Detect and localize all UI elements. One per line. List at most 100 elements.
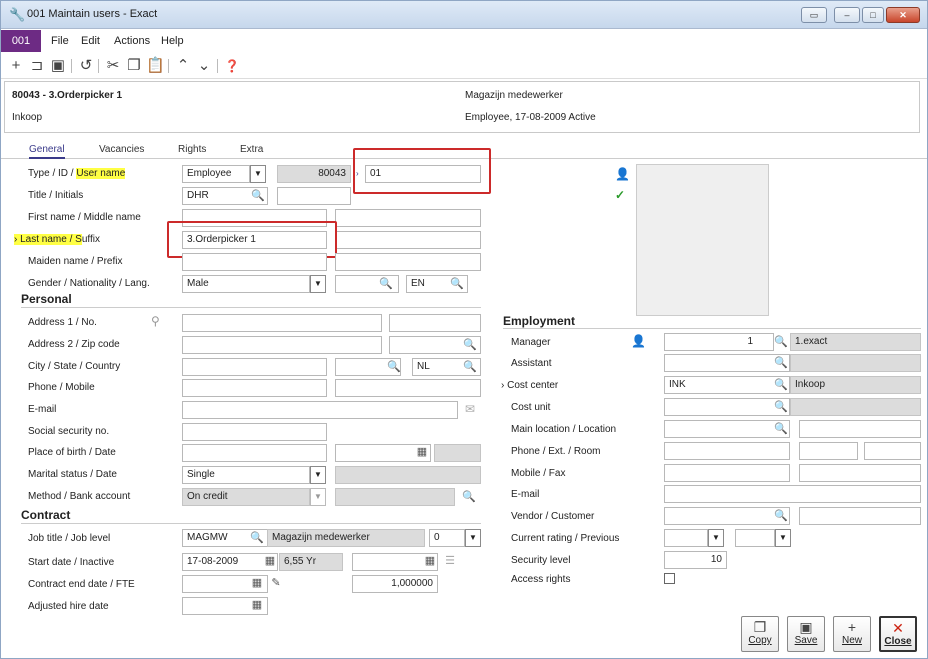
- cost-center-input[interactable]: INK: [664, 376, 790, 394]
- customer-input[interactable]: [799, 507, 921, 525]
- close-icon[interactable]: ✕: [886, 7, 920, 23]
- map-pin-icon[interactable]: ⚲: [151, 314, 160, 328]
- address2-input[interactable]: [182, 336, 382, 354]
- address1-input[interactable]: [182, 314, 382, 332]
- calendar-icon[interactable]: ▦: [250, 598, 264, 612]
- calendar-icon[interactable]: ▦: [250, 576, 264, 590]
- work-phone-input[interactable]: [664, 442, 790, 460]
- work-email-input[interactable]: [664, 485, 921, 503]
- new-button[interactable]: + New: [833, 616, 871, 652]
- rating-label: Current rating / Previous: [511, 533, 620, 544]
- phone-input[interactable]: [182, 379, 327, 397]
- copy-icon[interactable]: ❐: [125, 57, 143, 75]
- security-level-input[interactable]: 10: [664, 551, 727, 569]
- new-icon[interactable]: +: [7, 57, 25, 75]
- prefix-input[interactable]: [335, 253, 481, 271]
- main-location-input[interactable]: [664, 420, 790, 438]
- access-rights-checkbox[interactable]: [664, 573, 675, 584]
- tab-general[interactable]: General: [29, 144, 65, 159]
- down-icon[interactable]: ⌄: [195, 57, 213, 75]
- middlename-input[interactable]: [335, 209, 481, 227]
- previous-rating-select[interactable]: [735, 529, 775, 547]
- lookup-icon[interactable]: 🔍: [774, 378, 788, 392]
- type-select[interactable]: Employee: [182, 165, 250, 183]
- person-icon[interactable]: 👤: [615, 167, 630, 181]
- maiden-input[interactable]: [182, 253, 327, 271]
- email-input[interactable]: [182, 401, 458, 419]
- app-window: 🔧 001 Maintain users - Exact ▭ – □ ✕ 001…: [0, 0, 928, 659]
- end-label: Contract end date / FTE: [28, 579, 135, 590]
- person-icon[interactable]: 👤: [631, 334, 646, 348]
- tab-extra[interactable]: Extra: [240, 144, 263, 155]
- work-mobile-input[interactable]: [664, 464, 790, 482]
- open-icon[interactable]: ⊐: [28, 57, 46, 75]
- mail-icon[interactable]: ✉: [465, 402, 475, 416]
- photo-area[interactable]: [636, 164, 769, 316]
- note-icon[interactable]: ☰: [443, 554, 457, 568]
- lookup-icon[interactable]: 🔍: [774, 400, 788, 414]
- help-icon[interactable]: ❓: [223, 57, 241, 75]
- rating-dropdown-icon[interactable]: ▼: [708, 529, 724, 547]
- fte-input[interactable]: 1,000000: [352, 575, 438, 593]
- calendar-icon[interactable]: ▦: [263, 554, 277, 568]
- type-dropdown-icon[interactable]: ▼: [250, 165, 266, 183]
- house-no-input[interactable]: [389, 314, 481, 332]
- lookup-icon[interactable]: 🔍: [774, 335, 788, 349]
- birthplace-input[interactable]: [182, 444, 327, 462]
- tab-vacancies[interactable]: Vacancies: [99, 144, 144, 155]
- lookup-icon[interactable]: 🔍: [463, 360, 477, 374]
- ssn-input[interactable]: [182, 423, 327, 441]
- menu-actions[interactable]: Actions: [114, 35, 150, 47]
- calendar-icon[interactable]: ▦: [423, 554, 437, 568]
- minimize-icon[interactable]: –: [834, 7, 860, 23]
- marital-select[interactable]: Single: [182, 466, 310, 484]
- marital-dropdown-icon[interactable]: ▼: [310, 466, 326, 484]
- lookup-icon[interactable]: 🔍: [774, 356, 788, 370]
- menu-help[interactable]: Help: [161, 35, 184, 47]
- menu-file[interactable]: File: [51, 35, 69, 47]
- gender-select[interactable]: Male: [182, 275, 310, 293]
- previous-rating-dropdown-icon[interactable]: ▼: [775, 529, 791, 547]
- extension-input[interactable]: [799, 442, 858, 460]
- up-icon[interactable]: ⌃: [174, 57, 192, 75]
- suffix-input[interactable]: [335, 231, 481, 249]
- assistant-input[interactable]: [664, 354, 790, 372]
- mobile-input[interactable]: [335, 379, 481, 397]
- job-level-select[interactable]: 0: [429, 529, 465, 547]
- maiden-label: Maiden name / Prefix: [28, 256, 123, 267]
- lookup-icon[interactable]: 🔍: [774, 422, 788, 436]
- maximize-icon[interactable]: □: [862, 7, 884, 23]
- close-button[interactable]: ✕ Close: [879, 616, 917, 652]
- contract-icon[interactable]: ✎: [269, 576, 283, 590]
- city-input[interactable]: [182, 358, 327, 376]
- lookup-icon[interactable]: 🔍: [251, 189, 265, 203]
- fax-input[interactable]: [799, 464, 921, 482]
- highlight-box: [353, 148, 491, 194]
- room-input[interactable]: [864, 442, 921, 460]
- lookup-icon[interactable]: 🔍: [463, 338, 477, 352]
- close-icon: ✕: [892, 620, 904, 636]
- lookup-icon[interactable]: 🔍: [250, 531, 264, 545]
- copy-button[interactable]: ❐ Copy: [741, 616, 779, 652]
- cut-icon[interactable]: ✂: [104, 57, 122, 75]
- gender-dropdown-icon[interactable]: ▼: [310, 275, 326, 293]
- job-level-dropdown-icon[interactable]: ▼: [465, 529, 481, 547]
- initials-input[interactable]: [277, 187, 351, 205]
- manager-input[interactable]: 1: [664, 333, 774, 351]
- save-button[interactable]: ▣ Save: [787, 616, 825, 652]
- location-input[interactable]: [799, 420, 921, 438]
- save-icon[interactable]: ▣: [49, 57, 67, 75]
- restore-icon[interactable]: ▭: [801, 7, 827, 23]
- vendor-input[interactable]: [664, 507, 790, 525]
- current-rating-select[interactable]: [664, 529, 708, 547]
- lookup-icon[interactable]: 🔍: [387, 360, 401, 374]
- paste-icon[interactable]: 📋: [146, 57, 165, 75]
- menu-edit[interactable]: Edit: [81, 35, 100, 47]
- lookup-icon[interactable]: 🔍: [379, 277, 393, 291]
- calendar-icon[interactable]: ▦: [415, 445, 429, 459]
- undo-icon[interactable]: ↺: [77, 57, 95, 75]
- cost-unit-input[interactable]: [664, 398, 790, 416]
- lookup-icon[interactable]: 🔍: [450, 277, 464, 291]
- lookup-icon[interactable]: 🔍: [774, 509, 788, 523]
- tab-rights[interactable]: Rights: [178, 144, 206, 155]
